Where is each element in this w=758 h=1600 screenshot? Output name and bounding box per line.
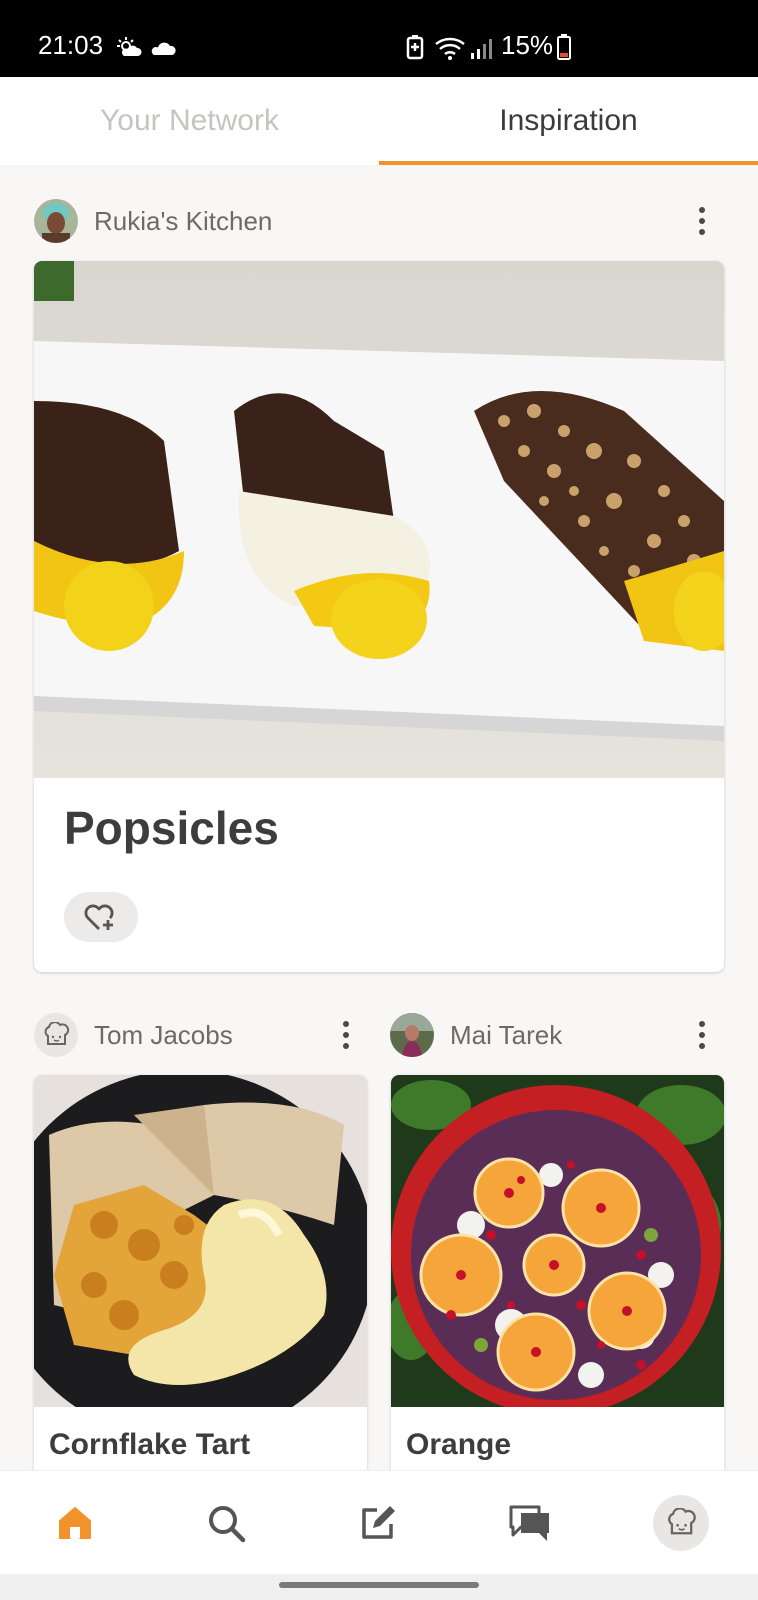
nav-search[interactable] (196, 1493, 256, 1553)
recipe-card[interactable]: Orange (391, 1075, 724, 1495)
battery-icon (557, 34, 571, 60)
more-options-button[interactable] (687, 199, 717, 243)
recipe-title[interactable]: Cornflake Tart (49, 1428, 250, 1462)
author-avatar[interactable] (34, 199, 78, 243)
author-name[interactable]: Rukia's Kitchen (94, 206, 272, 237)
recipe-photo[interactable] (34, 261, 724, 778)
recipe-photo[interactable] (34, 1075, 367, 1407)
more-options-button[interactable] (331, 1013, 361, 1057)
search-icon (209, 1506, 246, 1543)
app-screen: 21:03 15% Your Network Inspiration Rukia… (0, 0, 758, 1600)
cloud-icon (151, 42, 176, 55)
heart-plus-icon (84, 904, 114, 930)
status-bar: 21:03 15% (0, 0, 758, 77)
grid-author-row-2[interactable]: Mai Tarek (390, 1013, 562, 1057)
author-name[interactable]: Tom Jacobs (94, 1020, 233, 1051)
battery-saver-icon (406, 35, 424, 60)
battery-percent: 15% (501, 30, 554, 60)
featured-recipe-card[interactable]: Popsicles (34, 261, 724, 972)
recipe-title[interactable]: Popsicles (64, 801, 279, 855)
active-tab-indicator (379, 161, 758, 165)
gesture-handle[interactable] (279, 1582, 479, 1588)
chef-avatar-icon[interactable] (34, 1013, 78, 1057)
home-icon (59, 1507, 91, 1539)
nav-home[interactable] (45, 1493, 105, 1553)
chat-icon (509, 1505, 549, 1541)
nav-write[interactable] (348, 1493, 408, 1553)
recipe-title[interactable]: Orange (406, 1428, 511, 1462)
feed-tabs: Your Network Inspiration (0, 77, 758, 165)
system-gesture-area (0, 1574, 758, 1600)
save-recipe-button[interactable] (64, 892, 138, 942)
status-time: 21:03 (38, 30, 104, 60)
wifi-icon (435, 37, 465, 60)
edit-icon (362, 1506, 395, 1539)
nav-profile[interactable] (653, 1495, 709, 1551)
recipe-photo[interactable] (391, 1075, 724, 1407)
tab-your-network[interactable]: Your Network (0, 77, 379, 165)
signal-icon (471, 39, 492, 59)
more-options-button[interactable] (687, 1013, 717, 1057)
nav-chat[interactable] (500, 1493, 560, 1553)
author-name[interactable]: Mai Tarek (450, 1020, 562, 1051)
recipe-card[interactable]: Cornflake Tart (34, 1075, 367, 1495)
author-avatar[interactable] (390, 1013, 434, 1057)
bottom-navigation (0, 1470, 758, 1574)
sun-cloud-icon (117, 37, 142, 56)
grid-author-row-1[interactable]: Tom Jacobs (34, 1013, 233, 1057)
chef-avatar-icon (668, 1508, 696, 1535)
tab-inspiration[interactable]: Inspiration (379, 77, 758, 165)
featured-author-row[interactable]: Rukia's Kitchen (34, 199, 272, 243)
